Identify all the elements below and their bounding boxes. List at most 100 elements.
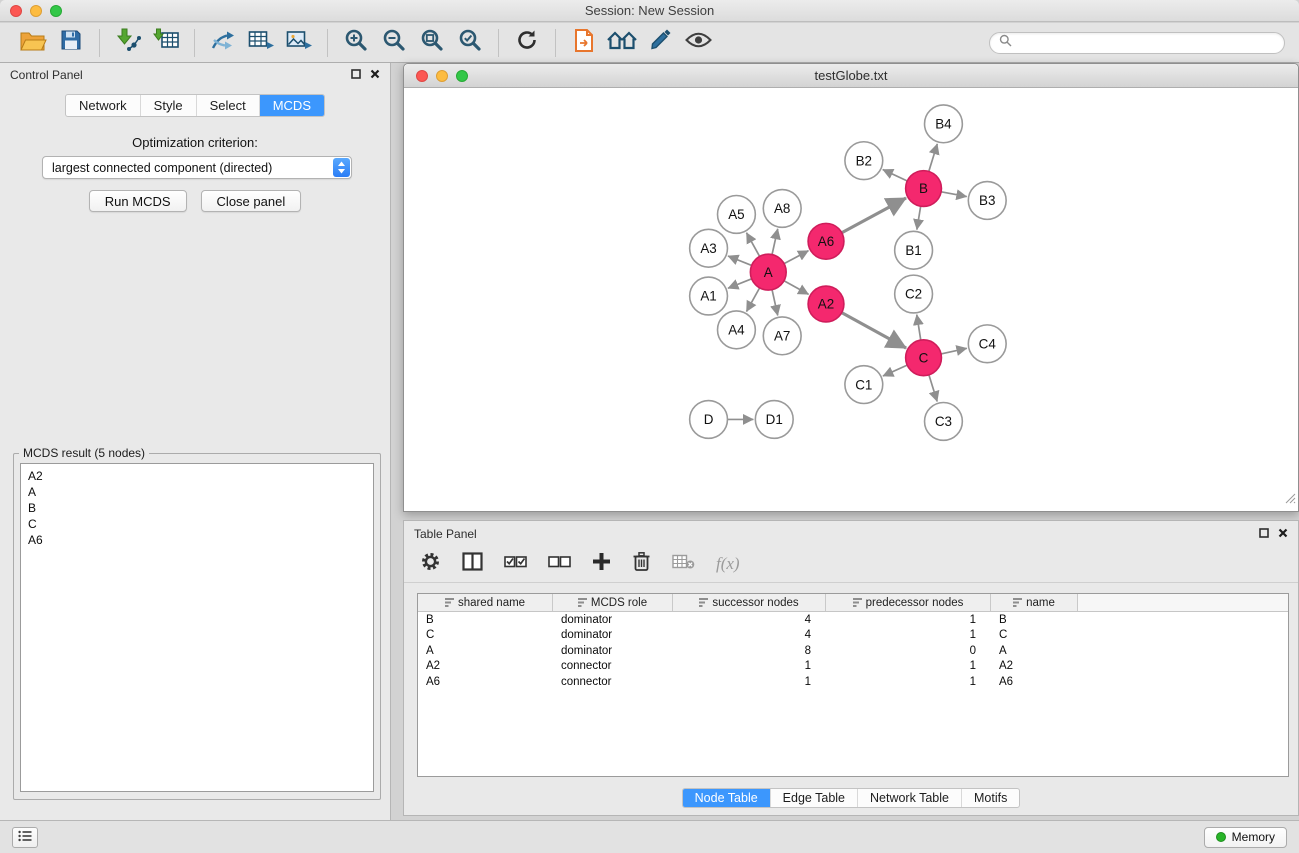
refresh-layout-button[interactable] <box>508 27 546 59</box>
mcds-result-list[interactable]: A2ABCA6 <box>20 463 374 792</box>
table-row[interactable]: A2connector11A2 <box>418 659 1288 675</box>
zoom-selected-button[interactable] <box>451 27 489 59</box>
graph-edge-A-A2[interactable] <box>784 281 809 295</box>
table-tab-motifs[interactable]: Motifs <box>961 789 1019 807</box>
graph-node-B1[interactable]: B1 <box>895 231 933 269</box>
graph-edge-B-B1[interactable] <box>917 206 921 229</box>
zoom-out-button[interactable] <box>375 27 413 59</box>
graph-edge-A-A7[interactable] <box>772 290 778 316</box>
close-table-panel-button[interactable] <box>1278 527 1288 541</box>
open-folder-button[interactable] <box>14 27 52 59</box>
graph-node-A8[interactable]: A8 <box>763 190 801 228</box>
graph-node-B[interactable]: B <box>906 171 942 207</box>
table-row[interactable]: Cdominator41C <box>418 628 1288 644</box>
graph-node-B4[interactable]: B4 <box>925 105 963 143</box>
graph-edge-C-C2[interactable] <box>917 315 921 340</box>
graph-node-A1[interactable]: A1 <box>690 277 728 315</box>
memory-button[interactable]: Memory <box>1204 827 1287 848</box>
close-window-button[interactable] <box>10 5 22 17</box>
graph-edge-A2-C[interactable] <box>842 313 906 348</box>
graph-node-A2[interactable]: A2 <box>808 286 844 322</box>
show-graphics-details-button[interactable] <box>679 27 717 59</box>
close-control-panel-button[interactable] <box>370 68 380 82</box>
window-resize-grip[interactable] <box>1285 491 1296 509</box>
table-tab-network-table[interactable]: Network Table <box>857 789 961 807</box>
column-header-name[interactable]: name <box>991 594 1078 611</box>
table-row[interactable]: Bdominator41B <box>418 612 1288 628</box>
graph-node-A5[interactable]: A5 <box>718 195 756 233</box>
graph-edge-B-B3[interactable] <box>941 192 967 197</box>
network-canvas[interactable]: B4B2BB3A8A5A6A3B1AC2A1A2A4A7C4CC1DD1C3 <box>404 89 1298 511</box>
result-item[interactable]: B <box>28 500 366 516</box>
import-network-button[interactable] <box>109 27 147 59</box>
tab-select[interactable]: Select <box>196 95 259 116</box>
graph-edge-A-A1[interactable] <box>728 279 752 288</box>
graph-edge-B-B2[interactable] <box>883 170 908 181</box>
graph-node-C1[interactable]: C1 <box>845 366 883 404</box>
search-input[interactable] <box>1017 36 1275 50</box>
graph-node-A6[interactable]: A6 <box>808 223 844 259</box>
graph-edge-A-A6[interactable] <box>784 251 808 264</box>
graph-node-A3[interactable]: A3 <box>690 229 728 267</box>
graph-node-D[interactable]: D <box>690 401 728 439</box>
graph-edge-A-A8[interactable] <box>772 229 778 255</box>
graph-edge-C-C3[interactable] <box>929 375 937 402</box>
table-settings-button[interactable] <box>420 551 441 577</box>
optimization-criterion-dropdown[interactable]: largest connected component (directed) <box>42 156 352 179</box>
result-item[interactable]: C <box>28 516 366 532</box>
result-item[interactable]: A2 <box>28 468 366 484</box>
export-image-button[interactable] <box>280 27 318 59</box>
graph-edge-C-C4[interactable] <box>941 348 967 354</box>
column-header-shared-name[interactable]: shared name <box>418 594 553 611</box>
zoom-in-button[interactable] <box>337 27 375 59</box>
table-row[interactable]: A6connector11A6 <box>418 674 1288 690</box>
zoom-network-window-button[interactable] <box>456 70 468 82</box>
graph-edge-C-C1[interactable] <box>883 365 907 376</box>
tab-network[interactable]: Network <box>66 95 140 116</box>
filter-button[interactable] <box>641 27 679 59</box>
graph-node-A7[interactable]: A7 <box>763 317 801 355</box>
graph-node-A[interactable]: A <box>750 254 786 290</box>
graph-edge-A-A5[interactable] <box>746 233 759 257</box>
minimize-window-button[interactable] <box>30 5 42 17</box>
open-document-button[interactable] <box>565 27 603 59</box>
select-all-button[interactable] <box>504 553 527 576</box>
float-table-panel-button[interactable] <box>1259 527 1269 541</box>
import-table-button[interactable] <box>147 27 185 59</box>
graph-edge-A6-B[interactable] <box>842 198 906 233</box>
close-panel-button[interactable]: Close panel <box>201 190 302 212</box>
add-column-button[interactable] <box>592 552 611 576</box>
column-header-predecessor-nodes[interactable]: predecessor nodes <box>826 594 991 611</box>
delete-table-button[interactable] <box>672 553 695 575</box>
show-columns-button[interactable] <box>462 552 483 576</box>
show-panels-button[interactable] <box>12 827 38 848</box>
table-row[interactable]: Adominator80A <box>418 643 1288 659</box>
network-window-titlebar[interactable]: testGlobe.txt <box>404 64 1298 88</box>
table-tab-node-table[interactable]: Node Table <box>683 789 770 807</box>
tab-mcds[interactable]: MCDS <box>259 95 324 116</box>
graph-node-A4[interactable]: A4 <box>718 311 756 349</box>
result-item[interactable]: A6 <box>28 532 366 548</box>
result-item[interactable]: A <box>28 484 366 500</box>
graph-node-C3[interactable]: C3 <box>925 403 963 441</box>
search-box[interactable] <box>989 32 1285 54</box>
function-builder-button[interactable]: f(x) <box>716 554 740 574</box>
graph-node-C4[interactable]: C4 <box>968 325 1006 363</box>
graph-node-D1[interactable]: D1 <box>755 401 793 439</box>
graph-edge-B-B4[interactable] <box>929 144 937 172</box>
column-header-MCDS-role[interactable]: MCDS role <box>553 594 673 611</box>
deselect-all-button[interactable] <box>548 553 571 576</box>
zoom-window-button[interactable] <box>50 5 62 17</box>
zoom-fit-button[interactable] <box>413 27 451 59</box>
export-table-button[interactable] <box>242 27 280 59</box>
run-mcds-button[interactable]: Run MCDS <box>89 190 187 212</box>
close-network-window-button[interactable] <box>416 70 428 82</box>
tab-style[interactable]: Style <box>140 95 196 116</box>
float-control-panel-button[interactable] <box>351 68 361 82</box>
graph-node-B2[interactable]: B2 <box>845 142 883 180</box>
graph-edge-A-A4[interactable] <box>746 288 759 312</box>
network-graph[interactable]: B4B2BB3A8A5A6A3B1AC2A1A2A4A7C4CC1DD1C3 <box>404 89 1298 511</box>
minimize-network-window-button[interactable] <box>436 70 448 82</box>
table-tab-edge-table[interactable]: Edge Table <box>770 789 857 807</box>
graph-node-B3[interactable]: B3 <box>968 182 1006 220</box>
